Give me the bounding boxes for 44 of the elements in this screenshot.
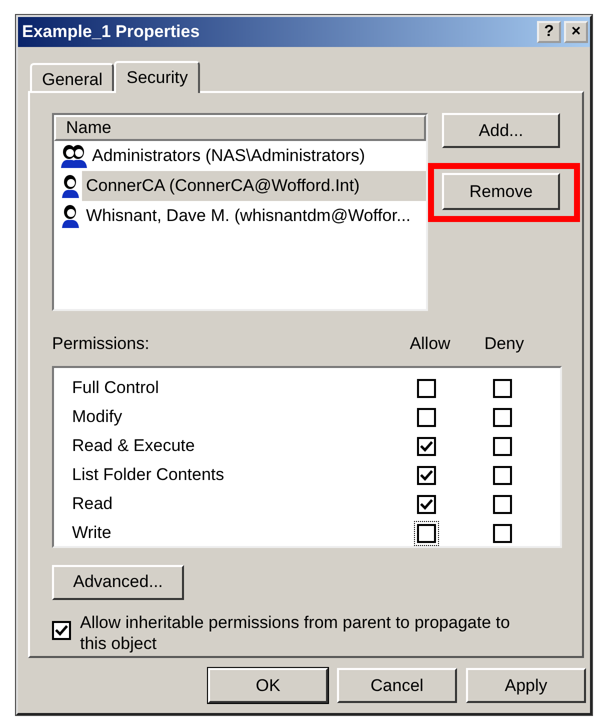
advanced-button[interactable]: Advanced...: [52, 564, 184, 600]
permission-label: List Folder Contents: [71, 464, 226, 486]
permission-label: Write: [71, 522, 112, 544]
cancel-button[interactable]: Cancel: [337, 668, 457, 703]
checkbox[interactable]: [492, 378, 512, 398]
help-button[interactable]: ?: [537, 21, 561, 43]
permission-label: Read: [71, 493, 114, 516]
checkbox[interactable]: [416, 494, 436, 514]
tab[interactable]: General: [30, 63, 114, 91]
checkbox[interactable]: [416, 466, 436, 484]
column-header: Deny: [484, 333, 524, 355]
user-icon: [60, 204, 82, 228]
user-row[interactable]: ConnerCA (ConnerCA@Wofford.Int): [82, 171, 426, 201]
column-header: Allow: [410, 333, 450, 355]
user-group-icon: [60, 144, 88, 168]
checkbox[interactable]: [492, 494, 512, 514]
checkbox[interactable]: [52, 620, 71, 640]
checkbox[interactable]: [492, 524, 512, 542]
check-icon: [420, 498, 432, 510]
checkbox[interactable]: [416, 408, 436, 426]
apply-button[interactable]: Apply: [466, 668, 586, 703]
tab[interactable]: Security: [114, 61, 200, 93]
add-button[interactable]: Add...: [442, 113, 560, 148]
check-icon: [55, 624, 68, 636]
window-title: Example_1 Properties: [22, 21, 201, 44]
checkbox[interactable]: [416, 436, 436, 456]
remove-button[interactable]: Remove: [442, 173, 560, 210]
checkbox[interactable]: [492, 436, 512, 456]
check-icon: [420, 470, 432, 480]
column-header: Name: [54, 115, 426, 141]
user-row[interactable]: Whisnant, Dave M. (whisnantdm@Woffor...: [82, 201, 426, 231]
permission-label: Full Control: [71, 377, 160, 400]
section-label: Permissions:: [52, 333, 150, 355]
checkbox[interactable]: [492, 408, 512, 426]
permission-label: Modify: [71, 406, 124, 428]
checkbox[interactable]: [492, 466, 512, 484]
checkbox[interactable]: [416, 378, 436, 398]
ok-button[interactable]: OK: [208, 668, 328, 703]
user-row[interactable]: Administrators (NAS\Administrators): [88, 141, 426, 171]
check-icon: [420, 440, 432, 452]
checkbox-label: Allow inheritable permissions from parent to propagate to this object: [80, 612, 511, 654]
permission-label: Read & Execute: [71, 435, 196, 458]
close-button[interactable]: ×: [564, 21, 588, 43]
user-icon: [60, 174, 82, 198]
